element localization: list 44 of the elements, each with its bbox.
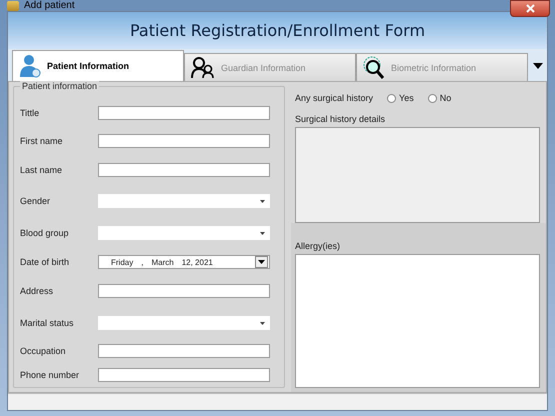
radio-button[interactable] (387, 94, 396, 102)
field-label: Last name (20, 165, 64, 175)
field-label: Tittle (20, 108, 40, 118)
app-icon (7, 0, 19, 10)
text-field[interactable] (98, 284, 270, 298)
text-area[interactable] (295, 127, 540, 223)
field-label: Marital status (20, 318, 75, 328)
text-field[interactable] (98, 163, 270, 177)
window-title: Add patient (24, 0, 75, 11)
caret-icon (260, 322, 265, 324)
person-icon (19, 54, 41, 78)
people-icon (191, 56, 215, 78)
field-label: Allergy(ies) (295, 241, 342, 251)
radio-option[interactable]: Yes (387, 93, 414, 103)
date-picker[interactable]: Friday , March 12, 2021 (98, 255, 270, 269)
field-label: Any surgical history (295, 93, 374, 103)
field-label: Address (20, 286, 54, 296)
field-label: Phone number (20, 370, 80, 380)
text-area[interactable] (295, 254, 540, 388)
tab[interactable]: Patient Information (12, 50, 184, 81)
text-field[interactable] (98, 344, 270, 358)
field-label: Surgical history details (295, 114, 386, 124)
field-label: First name (20, 136, 64, 146)
text-field[interactable] (98, 106, 270, 120)
dropdown-field[interactable] (98, 226, 270, 240)
field-label: Gender (20, 196, 52, 206)
caret-icon (260, 232, 265, 234)
radio-option[interactable]: No (428, 93, 452, 103)
form-title: Patient Registration/Enrollment Form (130, 21, 426, 40)
dropdown-field[interactable] (98, 194, 270, 208)
field-label: Blood group (20, 228, 70, 238)
dropdown-arrow-icon[interactable] (533, 63, 543, 69)
field-label: Date of birth (20, 257, 70, 267)
text-field[interactable] (98, 368, 270, 382)
caret-icon (258, 260, 265, 264)
group-title: Patient information (20, 81, 100, 91)
text-field[interactable] (98, 134, 270, 148)
field-label: Occupation (20, 346, 67, 356)
dropdown-button[interactable] (255, 256, 268, 268)
close-icon (526, 4, 534, 13)
caret-icon (260, 200, 265, 202)
close-button[interactable] (510, 0, 550, 17)
dropdown-field[interactable] (98, 316, 270, 330)
radio-button[interactable] (428, 94, 437, 102)
